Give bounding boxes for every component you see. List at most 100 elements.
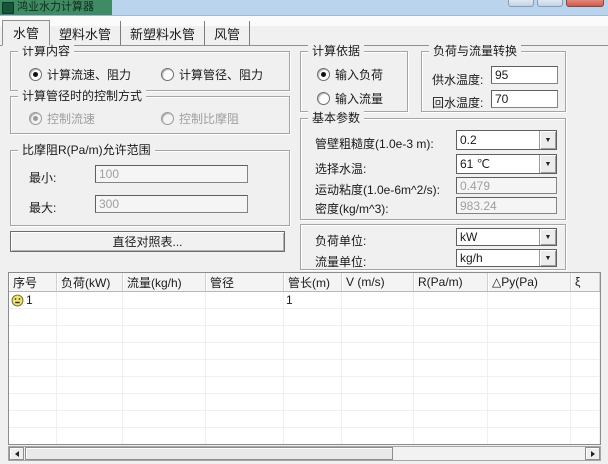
combo-value: 61 ℃ (457, 155, 539, 173)
table-cell (57, 343, 123, 359)
table-cell (284, 343, 342, 359)
density-input (456, 197, 557, 214)
column-header-length[interactable]: 管长(m) (284, 273, 342, 291)
table-row-empty[interactable] (9, 343, 600, 360)
table-cell (9, 411, 57, 427)
radio-calc-velocity-resistance[interactable]: 计算流速、阻力 (29, 66, 131, 83)
table-cell (571, 309, 600, 325)
cell-index: 1 (9, 292, 57, 308)
table-cell (123, 309, 206, 325)
minimize-button[interactable] (508, 0, 534, 7)
radio-label: 计算管径、阻力 (179, 66, 263, 83)
left-arrow-icon (15, 451, 19, 457)
tab-bar: 水管 塑料水管 新塑料水管 风管 (0, 26, 608, 46)
water-temp-combo[interactable]: 61 ℃ ▼ (456, 154, 557, 174)
table-cell (414, 377, 488, 393)
table-cell (488, 394, 571, 410)
flow-unit-combo[interactable]: kg/h ▼ (456, 249, 557, 267)
tab-plastic-pipe[interactable]: 塑料水管 (50, 21, 121, 45)
table-row-empty[interactable] (9, 360, 600, 377)
radio-label: 计算流速、阻力 (47, 66, 131, 83)
viscosity-label: 运动粘度(1.0e-6m^2/s): (315, 181, 440, 198)
cell-length: 1 (284, 292, 342, 308)
table-cell (206, 360, 284, 376)
column-header-xi[interactable]: ξ (571, 273, 600, 291)
table-cell (571, 428, 600, 444)
table-cell (414, 394, 488, 410)
horizontal-scrollbar[interactable] (8, 446, 601, 461)
density-label: 密度(kg/m^3): (315, 200, 389, 217)
load-unit-combo[interactable]: kW ▼ (456, 228, 557, 246)
return-temp-label: 回水温度: (432, 94, 483, 111)
table-body: 1 1 (9, 292, 600, 445)
table-cell (57, 394, 123, 410)
table-cell (206, 394, 284, 410)
right-arrow-icon (591, 451, 595, 457)
table-row-empty[interactable] (9, 411, 600, 428)
table-cell (123, 326, 206, 342)
radio-label: 控制比摩阻 (179, 110, 239, 127)
table-cell (9, 428, 57, 444)
cell-diameter (206, 292, 284, 308)
column-header-velocity[interactable]: V (m/s) (342, 273, 414, 291)
scroll-right-button[interactable] (585, 447, 600, 460)
table-cell (9, 343, 57, 359)
combo-value: kW (457, 229, 539, 245)
group-basic-params: 基本参数 管壁粗糙度(1.0e-3 m): 0.2 ▼ 选择水温: 61 ℃ ▼… (300, 118, 566, 220)
cell-value: 1 (286, 293, 293, 307)
table-row[interactable]: 1 1 (9, 292, 600, 309)
table-row-empty[interactable] (9, 377, 600, 394)
roughness-combo[interactable]: 0.2 ▼ (456, 130, 557, 150)
load-unit-label: 负荷单位: (315, 232, 366, 249)
tab-new-plastic-pipe[interactable]: 新塑料水管 (121, 21, 205, 45)
tab-air-duct[interactable]: 风管 (205, 21, 250, 45)
table-row-empty[interactable] (9, 309, 600, 326)
column-header-index[interactable]: 序号 (9, 273, 57, 291)
table-cell (284, 326, 342, 342)
table-row-empty[interactable] (9, 394, 600, 411)
radio-label: 控制流速 (47, 110, 95, 127)
table-cell (284, 377, 342, 393)
column-header-resistance[interactable]: R(Pa/m) (414, 273, 488, 291)
scroll-left-button[interactable] (9, 447, 24, 460)
radio-input-flow[interactable]: 输入流量 (317, 90, 383, 107)
min-input (95, 165, 248, 183)
chevron-down-icon[interactable]: ▼ (539, 229, 556, 245)
close-button[interactable] (566, 0, 604, 7)
table-cell (571, 360, 600, 376)
column-header-flow[interactable]: 流量(kg/h) (123, 273, 206, 291)
radio-control-velocity: 控制流速 (29, 110, 95, 127)
tab-water-pipe[interactable]: 水管 (2, 20, 50, 46)
column-header-load[interactable]: 负荷(kW) (57, 273, 123, 291)
table-cell (206, 377, 284, 393)
min-label: 最小: (29, 169, 56, 186)
radio-calc-diameter-resistance[interactable]: 计算管径、阻力 (161, 66, 263, 83)
table-cell (414, 326, 488, 342)
cell-load (57, 292, 123, 308)
table-row-empty[interactable] (9, 428, 600, 445)
chevron-down-icon[interactable]: ▼ (539, 250, 556, 266)
chevron-down-icon[interactable]: ▼ (539, 155, 556, 173)
table-cell (488, 326, 571, 342)
radio-input-load[interactable]: 输入负荷 (317, 66, 383, 83)
column-header-diameter[interactable]: 管径 (206, 273, 284, 291)
column-header-pressure-drop[interactable]: △Py(Pa) (488, 273, 571, 291)
diameter-table-button[interactable]: 直径对照表... (10, 231, 285, 252)
return-temp-input[interactable] (491, 90, 558, 108)
table-cell (9, 394, 57, 410)
supply-temp-input[interactable] (491, 66, 558, 84)
table-cell (342, 377, 414, 393)
table-cell (9, 360, 57, 376)
table-cell (488, 411, 571, 427)
table-cell (123, 377, 206, 393)
radio-icon (317, 68, 330, 81)
chevron-down-icon[interactable]: ▼ (539, 131, 556, 149)
scrollbar-thumb[interactable] (25, 447, 393, 460)
table-cell (342, 428, 414, 444)
group-calc-basis: 计算依据 输入负荷 输入流量 (300, 51, 408, 112)
table-cell (284, 411, 342, 427)
cell-xi (571, 292, 600, 308)
table-row-empty[interactable] (9, 326, 600, 343)
table-cell (571, 326, 600, 342)
maximize-button[interactable] (537, 0, 563, 7)
